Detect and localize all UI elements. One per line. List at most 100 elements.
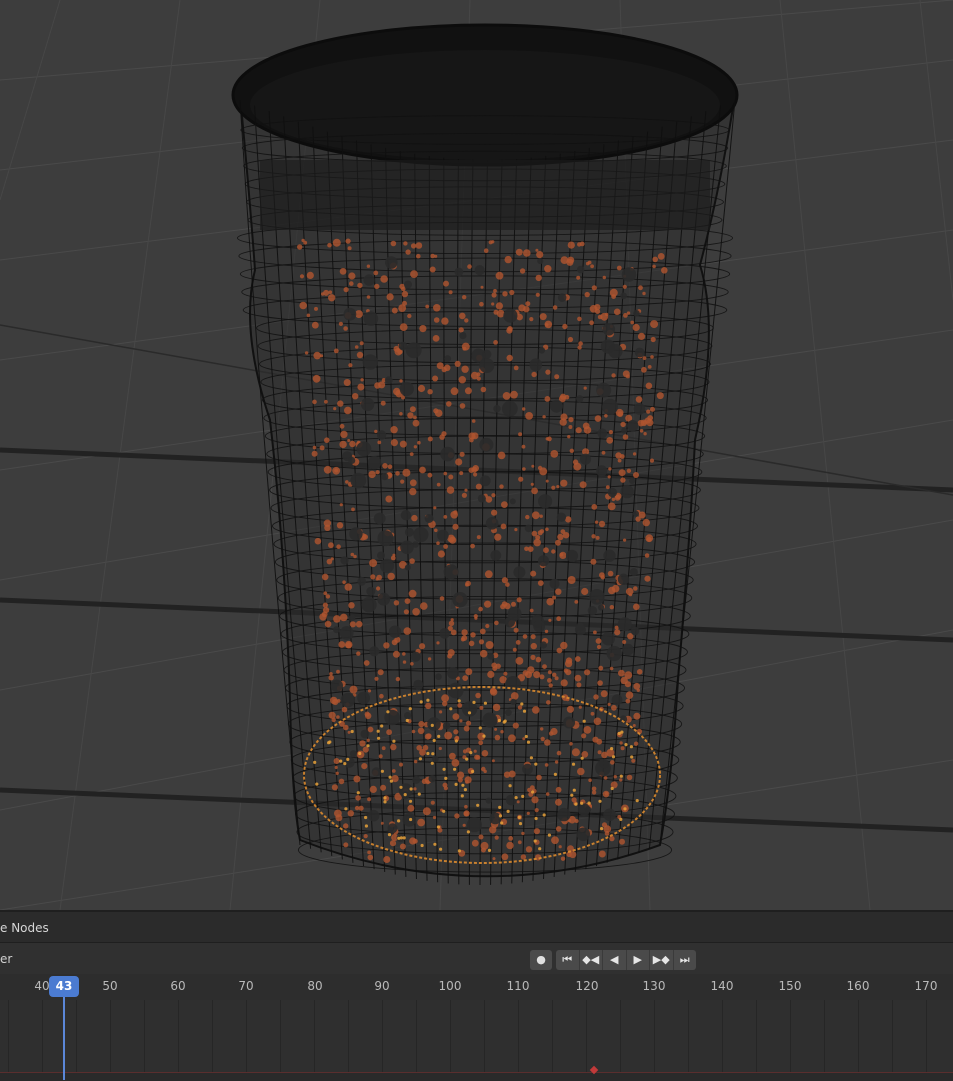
timeline-track[interactable] xyxy=(0,1000,953,1080)
bubble xyxy=(577,803,591,816)
particle xyxy=(392,650,400,658)
bubble xyxy=(357,576,367,586)
particle xyxy=(387,572,395,581)
particle xyxy=(441,366,447,373)
bubble xyxy=(373,512,386,525)
play-button[interactable]: ▶ xyxy=(627,950,650,970)
node-editor-header[interactable]: e Nodes xyxy=(0,910,953,942)
3d-viewport[interactable] xyxy=(0,0,953,910)
base-particle xyxy=(521,794,525,799)
particle xyxy=(513,365,519,371)
jump-end-button[interactable]: ⏭ xyxy=(674,950,697,970)
particle xyxy=(491,292,497,298)
prev-keyframe-button[interactable]: ◆◀ xyxy=(580,950,603,970)
particle xyxy=(451,759,460,767)
play-reverse-button[interactable]: ◀ xyxy=(603,950,627,970)
particle xyxy=(450,387,459,396)
particle xyxy=(545,792,550,796)
particle xyxy=(567,241,575,249)
particle xyxy=(425,304,430,309)
particle xyxy=(524,546,529,552)
ruler-label: 50 xyxy=(102,979,118,993)
current-frame-indicator[interactable]: 43 xyxy=(49,976,79,997)
particle xyxy=(462,675,469,681)
particle xyxy=(605,485,610,490)
bubble xyxy=(601,632,615,646)
next-keyframe-button[interactable]: ▶◆ xyxy=(650,950,674,970)
particle xyxy=(391,769,396,773)
particle xyxy=(644,553,650,558)
ruler-label: 160 xyxy=(846,979,870,993)
particle xyxy=(512,722,519,729)
particle xyxy=(544,323,549,327)
ruler-label: 100 xyxy=(438,979,462,993)
particle xyxy=(380,821,384,825)
particle xyxy=(375,470,380,475)
base-particle xyxy=(465,757,469,761)
play-reverse-icon: ◀ xyxy=(610,953,619,966)
particle xyxy=(526,811,530,816)
track-gridline xyxy=(518,1000,519,1080)
particle xyxy=(480,285,484,289)
particle xyxy=(501,853,509,861)
base-particle xyxy=(467,711,472,715)
particle xyxy=(607,702,611,707)
frame-ruler[interactable]: 40 50 60 70 80 90 100 110 120 130 140 150 160 170 xyxy=(0,974,953,1000)
particle xyxy=(404,598,411,604)
particle xyxy=(618,669,625,677)
jump-start-button[interactable]: ⏮ xyxy=(556,950,580,970)
bubble xyxy=(576,395,584,403)
particle xyxy=(429,266,436,273)
particle xyxy=(493,309,499,315)
particle xyxy=(357,282,363,289)
particle xyxy=(569,448,574,453)
particle xyxy=(434,528,438,533)
particle xyxy=(463,811,469,817)
particle xyxy=(390,240,397,247)
particle xyxy=(584,291,590,298)
particle xyxy=(434,254,438,258)
particle xyxy=(624,671,633,679)
particle xyxy=(518,304,526,312)
particle xyxy=(328,542,334,549)
particle xyxy=(355,795,361,801)
particle xyxy=(566,705,575,713)
particle xyxy=(402,468,411,477)
timeline-menu-label[interactable]: er xyxy=(0,952,12,966)
bubble xyxy=(387,823,398,834)
particle xyxy=(507,326,513,332)
base-particle xyxy=(500,821,504,825)
particle xyxy=(356,651,361,656)
base-particle xyxy=(439,847,443,851)
particle xyxy=(617,411,624,417)
base-particle xyxy=(432,738,436,743)
particle xyxy=(531,511,540,520)
particle xyxy=(361,763,368,770)
particle xyxy=(552,305,558,310)
particle xyxy=(557,533,564,541)
particle xyxy=(379,693,384,699)
bubble xyxy=(398,341,408,351)
particle xyxy=(332,238,341,247)
particle xyxy=(560,641,568,650)
particle xyxy=(386,729,392,736)
bubble xyxy=(629,478,636,484)
particle xyxy=(584,669,591,676)
particle xyxy=(619,778,623,782)
particle xyxy=(381,746,386,751)
particle xyxy=(515,657,524,665)
particle xyxy=(644,575,651,582)
particle xyxy=(509,289,515,296)
particle xyxy=(525,301,531,307)
record-button[interactable]: ● xyxy=(530,950,552,970)
base-particle xyxy=(364,815,368,820)
particle xyxy=(626,774,633,781)
base-particle xyxy=(624,743,628,747)
particle xyxy=(649,458,655,463)
base-particle xyxy=(380,724,384,728)
bubble xyxy=(350,472,367,489)
particle xyxy=(548,618,552,622)
floor-grid-line xyxy=(919,0,953,301)
particle xyxy=(341,706,348,713)
particle xyxy=(483,248,489,253)
